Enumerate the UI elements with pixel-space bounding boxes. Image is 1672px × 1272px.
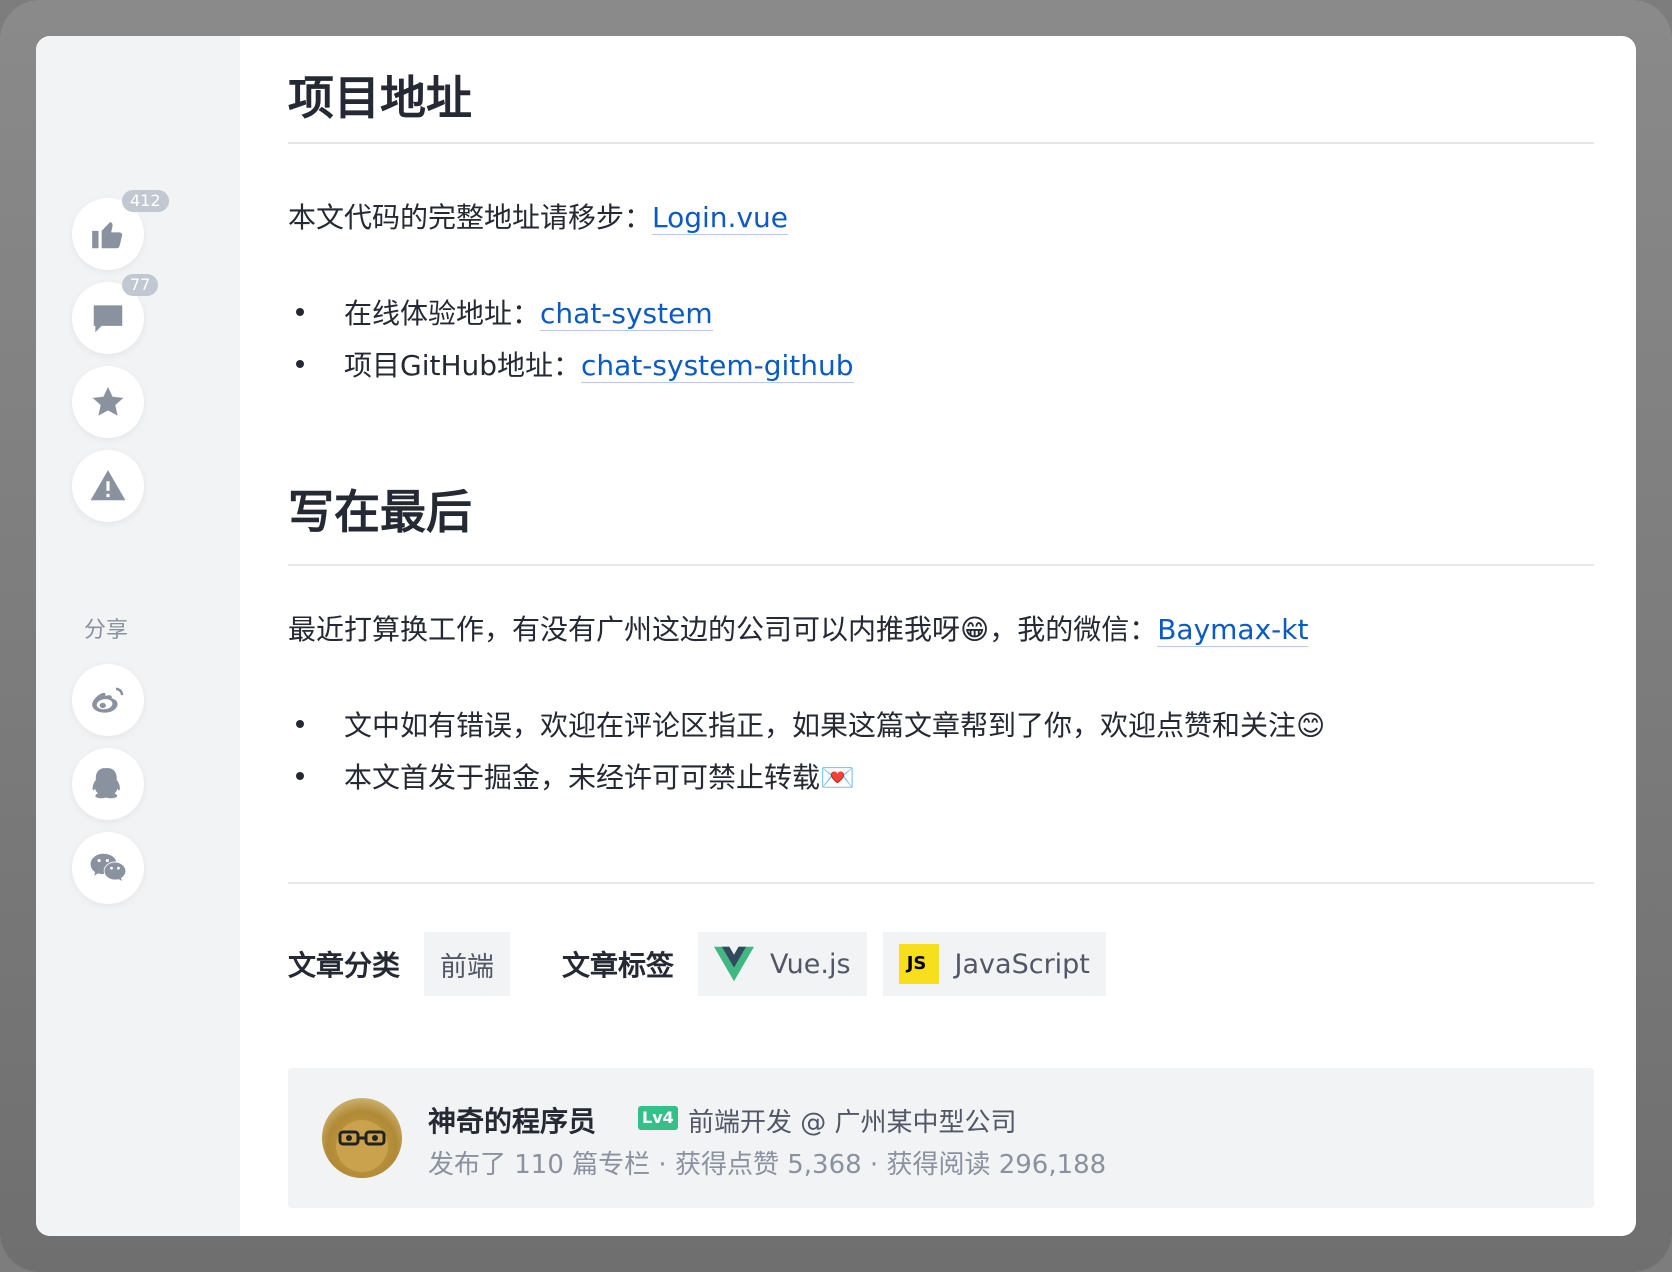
comment-button[interactable]: 77: [72, 274, 159, 354]
link-wechat-id[interactable]: Baymax-kt: [1157, 613, 1309, 647]
device-frame: 412 77 分享 项目地址 本文代码的完整地址请移步：Login.vue 在线…: [0, 0, 1672, 1272]
weibo-icon: [92, 687, 124, 713]
tags-label: 文章标签: [562, 949, 675, 982]
level-badge: Lv4: [638, 1106, 678, 1130]
link-chat-system[interactable]: chat-system: [540, 297, 713, 331]
category-label: 文章分类: [288, 949, 401, 982]
heading-final-words: 写在最后: [288, 485, 472, 539]
link-chat-system-github[interactable]: chat-system-github: [581, 349, 854, 383]
qq-icon: [92, 768, 120, 799]
list-item: 文中如有错误，欢迎在评论区指正，如果这篇文章帮到了你，欢迎点赞和关注😊: [295, 704, 1325, 744]
divider: [288, 142, 1594, 144]
wechat-icon: [90, 853, 126, 881]
link-login-vue[interactable]: Login.vue: [652, 201, 788, 235]
star-icon: [92, 386, 124, 416]
author-stats: 发布了 110 篇专栏 · 获得点赞 5,368 · 获得阅读 296,188: [428, 1150, 1107, 1180]
collect-button[interactable]: [72, 366, 144, 438]
article-suspended-panel: 412 77 分享: [36, 36, 240, 1236]
comment-count-badge: 77: [122, 274, 159, 296]
javascript-logo-icon: JS: [898, 944, 939, 984]
list-item: 在线体验地址：chat-system: [296, 292, 713, 332]
share-label: 分享: [84, 618, 129, 643]
share-weibo-button[interactable]: [72, 664, 144, 736]
thumbs-up-icon: [92, 222, 123, 249]
paragraph-code-address: 本文代码的完整地址请移步：Login.vue: [288, 201, 788, 235]
like-count-badge: 412: [122, 190, 169, 212]
vue-logo-icon: [714, 944, 755, 984]
comment-icon: [93, 305, 123, 333]
heading-project-address: 项目地址: [288, 71, 472, 125]
list-item: 项目GitHub地址：chat-system-github: [296, 344, 854, 384]
share-qq-button[interactable]: [72, 748, 144, 820]
paragraph-job-search: 最近打算换工作，有没有广州这边的公司可以内推我呀😁，我的微信：Baymax-kt: [288, 613, 1309, 647]
like-button[interactable]: 412: [72, 190, 169, 270]
author-name[interactable]: 神奇的程序员: [428, 1100, 596, 1140]
divider: [288, 564, 1594, 566]
author-card: 神奇的程序员 Lv4 前端开发 @ 广州某中型公司 发布了 110 篇专栏 · …: [288, 1068, 1594, 1208]
browser-window: 412 77 分享 项目地址 本文代码的完整地址请移步：Login.vue 在线…: [36, 36, 1636, 1236]
list-item: 本文首发于掘金，未经许可可禁止转载💌: [296, 756, 855, 796]
warning-icon: [90, 470, 126, 501]
tag-javascript[interactable]: JS JavaScript: [882, 932, 1106, 996]
report-button[interactable]: [72, 450, 144, 522]
divider: [288, 882, 1594, 884]
category-tag[interactable]: 前端: [424, 932, 511, 996]
article-meta: 文章分类 前端 文章标签 Vue.js JS JavaScript: [288, 932, 1106, 996]
author-title: 前端开发 @ 广州某中型公司: [688, 1108, 1017, 1138]
avatar[interactable]: [322, 1098, 402, 1178]
share-wechat-button[interactable]: [72, 832, 144, 904]
tag-vuejs[interactable]: Vue.js: [698, 932, 867, 996]
